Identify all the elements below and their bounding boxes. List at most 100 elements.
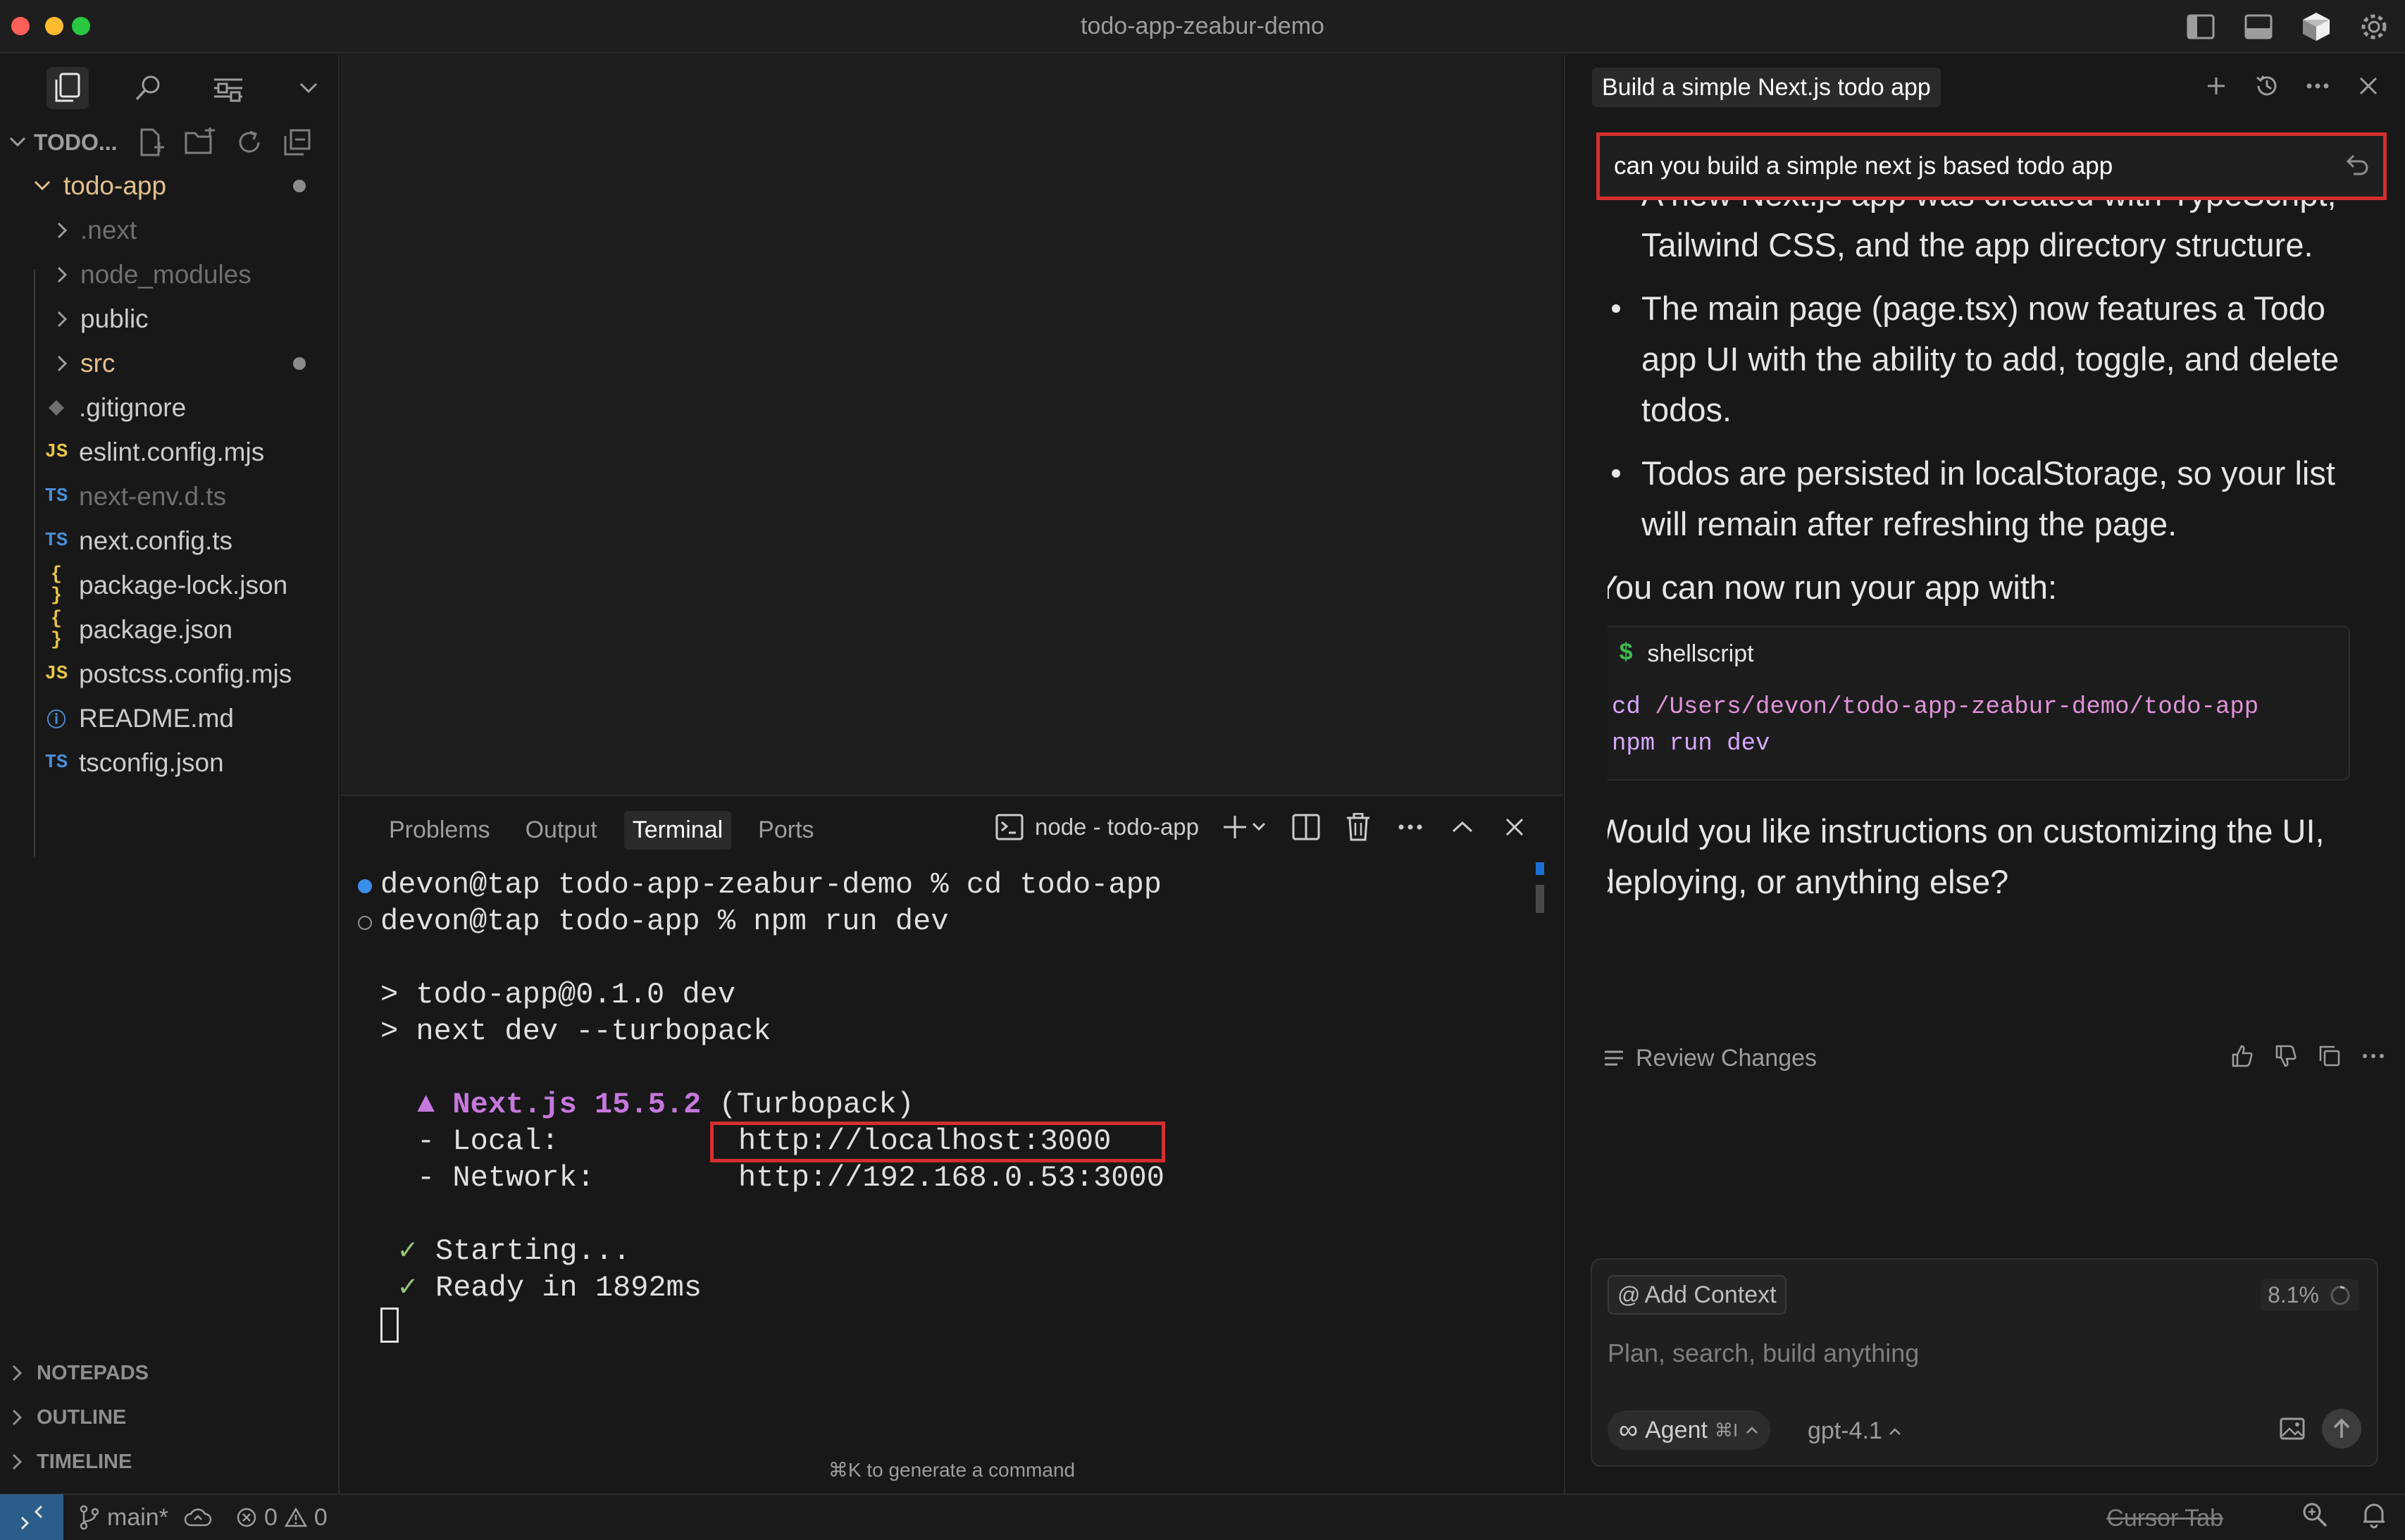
- outline-section[interactable]: OUTLINE: [0, 1397, 126, 1438]
- send-button[interactable]: [2322, 1409, 2361, 1448]
- editor-area[interactable]: [341, 55, 1562, 795]
- close-chat-icon[interactable]: [2353, 70, 2384, 101]
- terminal-scrollbar[interactable]: [1536, 885, 1544, 913]
- tree-root-label: todo-app: [63, 170, 167, 200]
- source-control-icon[interactable]: [207, 67, 249, 109]
- user-query-bubble[interactable]: can you build a simple next js based tod…: [1596, 132, 2387, 200]
- info-icon: ⓘ: [46, 711, 66, 733]
- restore-checkpoint-icon[interactable]: [2342, 151, 2370, 180]
- chevron-right-icon: [49, 354, 75, 373]
- toggle-primary-sidebar-icon[interactable]: [2181, 7, 2220, 46]
- title-bar: todo-app-zeabur-demo: [0, 0, 2405, 54]
- modified-dot: [293, 179, 306, 192]
- tree-folder[interactable]: src: [0, 341, 338, 385]
- list-item: The main page (page.tsx) now features a …: [1608, 283, 2382, 435]
- message-more-icon[interactable]: [2361, 1044, 2385, 1068]
- arrow-up-icon: [2333, 1418, 2350, 1438]
- command-running-dot: [358, 916, 372, 930]
- infinity-icon: ∞: [1619, 1415, 1639, 1445]
- tree-file[interactable]: { } package.json: [0, 607, 338, 652]
- cursor-logo-icon[interactable]: [2297, 7, 2336, 46]
- collapse-all-icon[interactable]: [282, 128, 312, 157]
- remote-indicator[interactable]: [0, 1494, 63, 1540]
- split-terminal-icon[interactable]: [1291, 812, 1322, 843]
- check-icon: ✓: [399, 1234, 417, 1268]
- git-branch-status[interactable]: main*: [79, 1504, 212, 1532]
- tree-folder-todo-app[interactable]: todo-app: [0, 163, 338, 208]
- attach-image-icon[interactable]: [2280, 1417, 2305, 1440]
- chat-composer: @ Add Context 8.1% Plan, search, build a…: [1591, 1258, 2378, 1467]
- tree-file[interactable]: ⓘ README.md: [0, 696, 338, 740]
- terminal-line: > todo-app@0.1.0 dev: [380, 978, 736, 1012]
- cloud-sync-icon[interactable]: [184, 1507, 212, 1528]
- search-icon[interactable]: [127, 67, 169, 109]
- history-icon[interactable]: [2251, 70, 2282, 101]
- terminal-line: Starting...: [435, 1234, 631, 1268]
- tree-file[interactable]: TS tsconfig.json: [0, 740, 338, 785]
- explorer-icon[interactable]: [46, 67, 89, 109]
- review-changes-button[interactable]: Review Changes: [1636, 1045, 1817, 1072]
- more-views-chevron-icon[interactable]: [287, 67, 330, 109]
- json-icon: { }: [50, 564, 63, 607]
- thumbs-up-icon[interactable]: [2230, 1044, 2254, 1068]
- refresh-icon[interactable]: [235, 128, 264, 157]
- kill-terminal-trash-icon[interactable]: [1343, 812, 1374, 843]
- code-content: cd /Users/devon/todo-app-zeabur-demo/tod…: [1608, 681, 2349, 779]
- sidebar-toolbar: [0, 55, 338, 121]
- model-selector[interactable]: gpt-4.1: [1808, 1417, 1902, 1445]
- notepads-section[interactable]: NOTEPADS: [0, 1353, 149, 1393]
- add-context-button[interactable]: @ Add Context: [1608, 1275, 1786, 1315]
- network-url-link[interactable]: http://192.168.0.53:3000: [738, 1160, 1164, 1196]
- tsconfig-icon: TS: [44, 752, 68, 774]
- timeline-section[interactable]: TIMELINE: [0, 1441, 132, 1482]
- tree-file[interactable]: JS eslint.config.mjs: [0, 430, 338, 474]
- thumbs-down-icon[interactable]: [2274, 1044, 2298, 1068]
- code-block[interactable]: $ shellscript cd /Users/devon/todo-app-z…: [1608, 626, 2350, 781]
- chat-more-icon[interactable]: [2302, 70, 2333, 101]
- file-tree: todo-app .next node_modules public src ◆ .git…: [0, 163, 338, 785]
- close-panel-icon[interactable]: [1499, 812, 1530, 843]
- toggle-panel-icon[interactable]: [2239, 7, 2278, 46]
- summary-list: A new Next.js app was created with TypeS…: [1608, 200, 2382, 549]
- tree-file[interactable]: TS next.config.ts: [0, 518, 338, 563]
- new-file-icon[interactable]: [136, 128, 166, 157]
- tree-item-label: src: [80, 348, 116, 378]
- tree-file[interactable]: { } package-lock.json: [0, 563, 338, 607]
- problems-status[interactable]: 0 0: [236, 1504, 328, 1532]
- cursor-tab-status[interactable]: Cursor Tab: [2106, 1505, 2223, 1532]
- tab-terminal[interactable]: Terminal: [623, 810, 732, 850]
- model-label: gpt-4.1: [1808, 1417, 1882, 1444]
- more-actions-icon[interactable]: [1395, 812, 1426, 843]
- agent-shortcut: ⌘I: [1714, 1419, 1739, 1441]
- explorer-header[interactable]: TODO...: [0, 121, 338, 163]
- json-icon: { }: [50, 608, 63, 651]
- terminal-line: Ready in 1892ms: [435, 1271, 702, 1305]
- review-list-icon: [1605, 1050, 1623, 1066]
- maximize-panel-chevron-up-icon[interactable]: [1447, 812, 1478, 843]
- tab-output[interactable]: Output: [517, 811, 606, 850]
- code-path: /Users/devon/todo-app-zeabur-demo/todo-a…: [1640, 694, 2259, 721]
- zoom-icon[interactable]: [2301, 1501, 2329, 1529]
- chat-title-tab[interactable]: Build a simple Next.js todo app: [1592, 68, 1941, 107]
- new-terminal-icon[interactable]: [1220, 812, 1269, 843]
- composer-input[interactable]: Plan, search, build anything: [1608, 1339, 1919, 1368]
- notifications-bell-icon[interactable]: [2361, 1501, 2387, 1529]
- context-usage[interactable]: 8.1%: [2261, 1279, 2359, 1311]
- tree-folder[interactable]: .next: [0, 208, 338, 252]
- terminal-selector[interactable]: node - todo-app: [995, 814, 1199, 840]
- new-chat-plus-icon[interactable]: [2201, 70, 2232, 101]
- copy-icon[interactable]: [2318, 1044, 2342, 1068]
- agent-mode-selector[interactable]: ∞ Agent ⌘I: [1608, 1410, 1771, 1450]
- chevron-right-icon: [49, 266, 75, 284]
- tree-folder[interactable]: public: [0, 297, 338, 341]
- settings-gear-icon[interactable]: [2354, 7, 2394, 46]
- tree-file[interactable]: ◆ .gitignore: [0, 385, 338, 430]
- new-folder-icon[interactable]: [184, 128, 216, 157]
- tree-folder[interactable]: node_modules: [0, 252, 338, 297]
- tree-file[interactable]: JS postcss.config.mjs: [0, 652, 338, 696]
- tab-problems[interactable]: Problems: [380, 811, 499, 850]
- tree-file[interactable]: TS next-env.d.ts: [0, 474, 338, 518]
- tab-ports[interactable]: Ports: [750, 811, 822, 850]
- assistant-message: A new Next.js app was created with TypeS…: [1608, 200, 2382, 1278]
- followup-question: Would you like instructions on customizi…: [1608, 812, 2325, 900]
